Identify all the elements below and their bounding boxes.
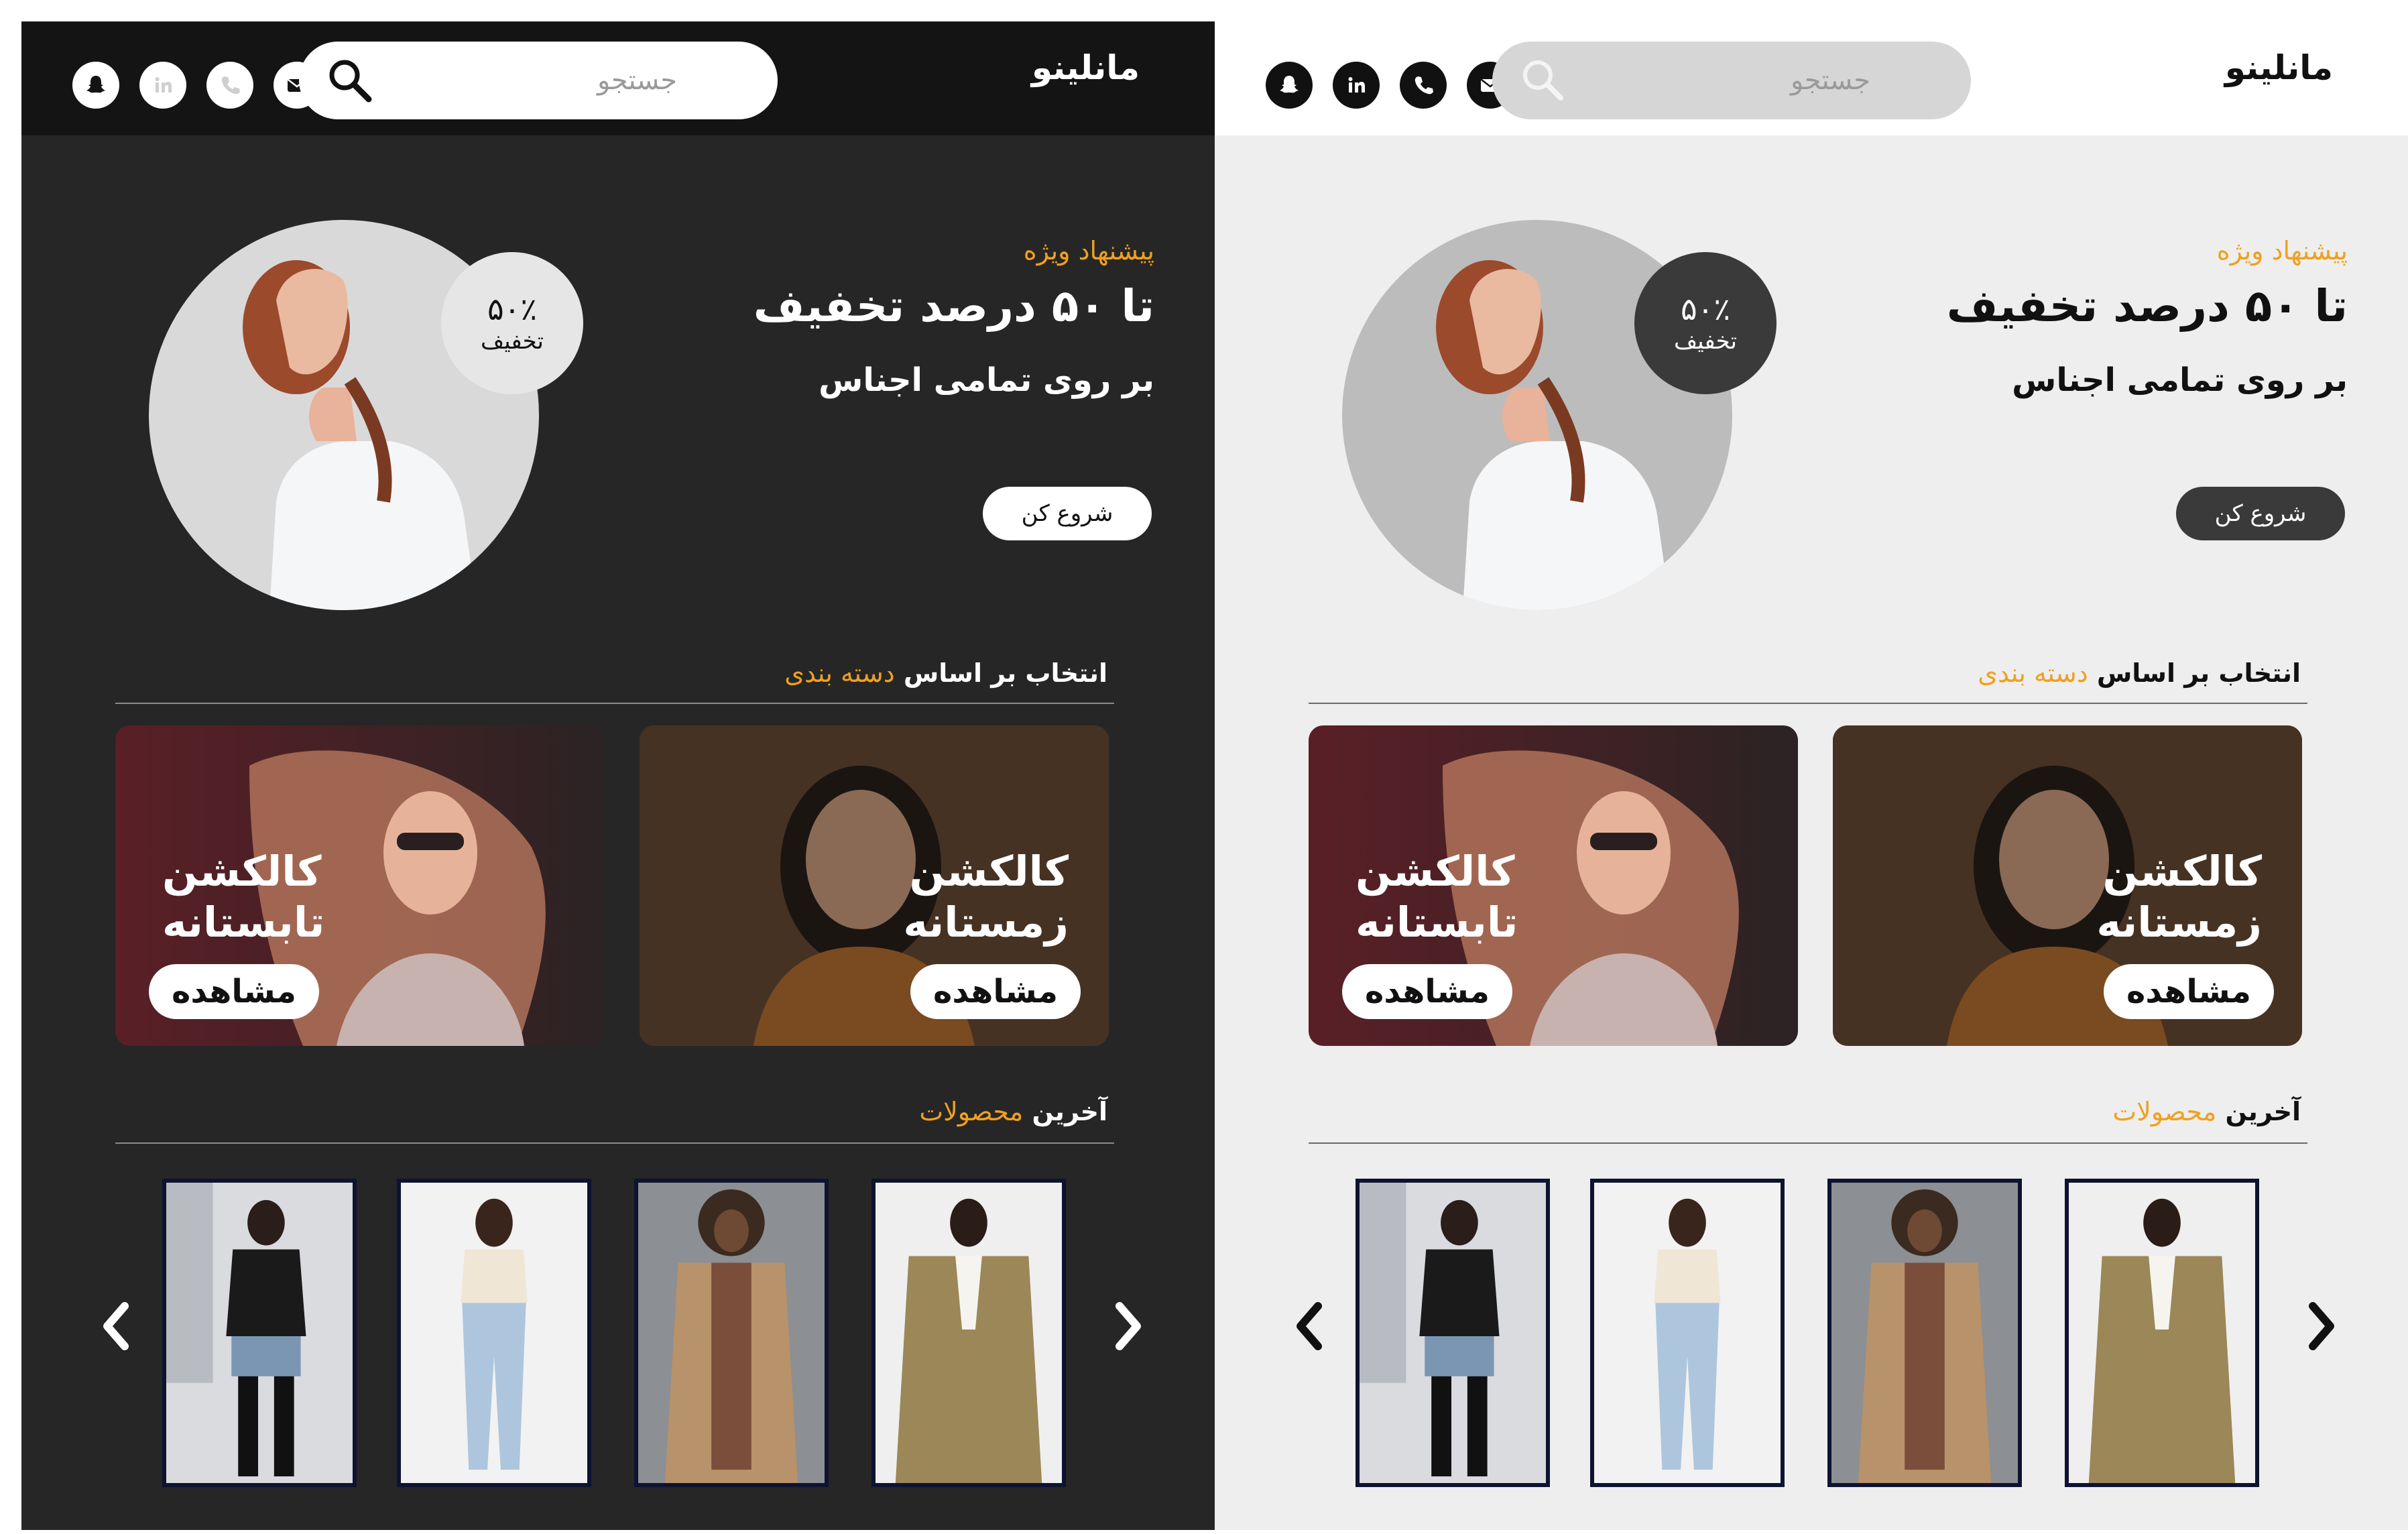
start-button[interactable]: شروع کن [2176,487,2345,540]
hero-text: پیشنهاد ویژه تا ۵۰ درصد تخفیف بر روی تما… [754,236,1154,399]
categories-heading-accent: دسته بندی [1978,658,2088,688]
winter-collection-title: کالکشن زمستانه [903,846,1069,948]
products-heading-accent: محصولات [2112,1097,2217,1126]
products-heading: آخرین محصولات [2112,1097,2301,1126]
winter-collection-card[interactable]: کالکشن زمستانه مشاهده [1833,725,2302,1046]
product-card[interactable] [1356,1179,1550,1487]
hero-headline: تا ۵۰ درصد تخفیف [1946,280,2348,332]
discount-badge: ۵۰٪ تخفیف [441,252,583,394]
product-card[interactable] [634,1179,829,1487]
product-card[interactable] [162,1179,357,1487]
categories-heading-prefix: انتخاب بر اساس [2096,658,2301,688]
products-carousel [21,1179,1215,1487]
hero-kicker: پیشنهاد ویژه [2216,236,2348,266]
hero-subline: بر روی تمامی اجناس [819,361,1154,399]
divider [1309,703,2307,704]
product-card[interactable] [397,1179,591,1487]
summer-collection-card[interactable]: کالکشن تابستانه مشاهده [1309,725,1798,1046]
summer-collection-card[interactable]: کالکشن تابستانه مشاهده [115,725,605,1046]
search-input[interactable]: جستجو [1492,42,1971,119]
search-input[interactable]: جستجو [299,42,778,119]
products-heading: آخرین محصولات [919,1097,1107,1126]
summer-collection-line2: تابستانه [162,898,325,947]
header: جستجو مانلینو [21,21,1215,135]
summer-collection-line2: تابستانه [1356,898,1518,947]
hero-subline: بر روی تمامی اجناس [2012,361,2348,399]
product-card[interactable] [1590,1179,1785,1487]
linkedin-icon[interactable] [139,62,186,109]
brand-logo[interactable]: مانلینو [1032,48,1140,87]
search-placeholder: جستجو [1791,65,1870,96]
categories-heading-accent: دسته بندی [784,658,895,688]
divider [115,1142,1114,1144]
categories-heading: انتخاب بر اساس دسته بندی [784,658,1107,688]
winter-view-button[interactable]: مشاهده [910,964,1081,1019]
winter-collection-line2: زمستانه [903,898,1069,947]
linkedin-icon[interactable] [1333,62,1380,109]
chevron-left-icon[interactable] [1290,1299,1330,1353]
products-heading-prefix: آخرین [1032,1097,1107,1126]
summer-collection-title: کالکشن تابستانه [162,846,324,948]
chevron-right-icon[interactable] [1107,1299,1148,1353]
winter-view-button[interactable]: مشاهده [2104,964,2274,1019]
hero-headline: تا ۵۰ درصد تخفیف [753,280,1154,332]
winter-collection-line1: کالکشن [2102,847,2262,896]
snapchat-icon[interactable] [1266,62,1313,109]
search-icon[interactable] [1519,56,1567,105]
chevron-left-icon[interactable] [97,1299,137,1353]
products-heading-prefix: آخرین [2225,1097,2301,1126]
phone-icon[interactable] [1400,62,1447,109]
dark-theme-panel: جستجو مانلینو ۵۰٪ تخفیف پیشنهاد ویژه تا … [21,21,1215,1530]
light-theme-panel: جستجو مانلینو ۵۰٪ تخفیف پیشنهاد ویژه تا … [1215,21,2408,1530]
chevron-right-icon[interactable] [2301,1299,2341,1353]
summer-view-button[interactable]: مشاهده [149,964,319,1019]
badge-percent: ۵۰٪ [487,291,538,327]
categories-heading: انتخاب بر اساس دسته بندی [1978,658,2301,688]
badge-label: تخفیف [1673,328,1738,355]
divider [115,703,1114,704]
badge-label: تخفیف [480,328,544,355]
product-card[interactable] [871,1179,1066,1487]
summer-collection-title: کالکشن تابستانه [1356,846,1518,948]
discount-badge: ۵۰٪ تخفیف [1634,252,1777,394]
products-carousel [1215,1179,2408,1487]
summer-view-button[interactable]: مشاهده [1342,964,1512,1019]
search-placeholder: جستجو [597,65,677,96]
start-button[interactable]: شروع کن [983,487,1152,540]
divider [1309,1142,2307,1144]
products-heading-accent: محصولات [919,1097,1024,1126]
product-card[interactable] [2065,1179,2259,1487]
brand-logo[interactable]: مانلینو [2225,48,2333,87]
summer-collection-line1: کالکشن [1356,847,1515,896]
winter-collection-title: کالکشن زمستانه [2096,846,2262,948]
winter-collection-line2: زمستانه [2096,898,2262,947]
phone-icon[interactable] [206,62,253,109]
product-card[interactable] [1827,1179,2022,1487]
hero-text: پیشنهاد ویژه تا ۵۰ درصد تخفیف بر روی تما… [1947,236,2348,399]
categories-heading-prefix: انتخاب بر اساس [903,658,1107,688]
search-icon[interactable] [326,56,374,105]
summer-collection-line1: کالکشن [162,847,322,896]
winter-collection-card[interactable]: کالکشن زمستانه مشاهده [640,725,1109,1046]
snapchat-icon[interactable] [72,62,119,109]
header: جستجو مانلینو [1215,21,2408,135]
winter-collection-line1: کالکشن [909,847,1069,896]
badge-percent: ۵۰٪ [1680,291,1731,327]
hero-kicker: پیشنهاد ویژه [1023,236,1154,266]
